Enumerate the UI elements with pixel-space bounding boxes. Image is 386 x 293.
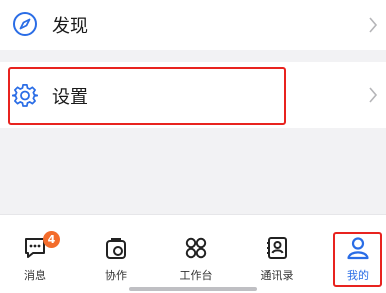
compass-icon (13, 12, 37, 36)
discover-row[interactable]: 发现 (0, 0, 386, 50)
home-indicator (129, 287, 257, 291)
chevron-right-icon (369, 87, 378, 103)
tab-workbench[interactable]: 工作台 (166, 235, 226, 287)
tab-contacts-label: 通讯录 (260, 269, 294, 282)
contacts-icon (267, 237, 287, 259)
collaborate-icon (106, 238, 126, 259)
discover-label: 发现 (52, 16, 88, 37)
bottom-tab-bar: 4 消息 协作 工作台 通讯录 我的 (0, 214, 386, 293)
tab-collaborate[interactable]: 协作 (86, 235, 146, 287)
tab-messages[interactable]: 4 消息 (5, 231, 65, 287)
workbench-icon (185, 237, 207, 259)
tab-contacts[interactable]: 通讯录 (247, 235, 307, 287)
tab-workbench-label: 工作台 (179, 269, 213, 282)
chevron-right-icon (369, 17, 378, 33)
unread-badge: 4 (43, 231, 60, 248)
tab-collaborate-label: 协作 (105, 269, 127, 282)
tab-messages-label: 消息 (24, 269, 46, 282)
settings-highlight-box (8, 67, 286, 125)
me-tab-highlight-box (333, 232, 382, 287)
